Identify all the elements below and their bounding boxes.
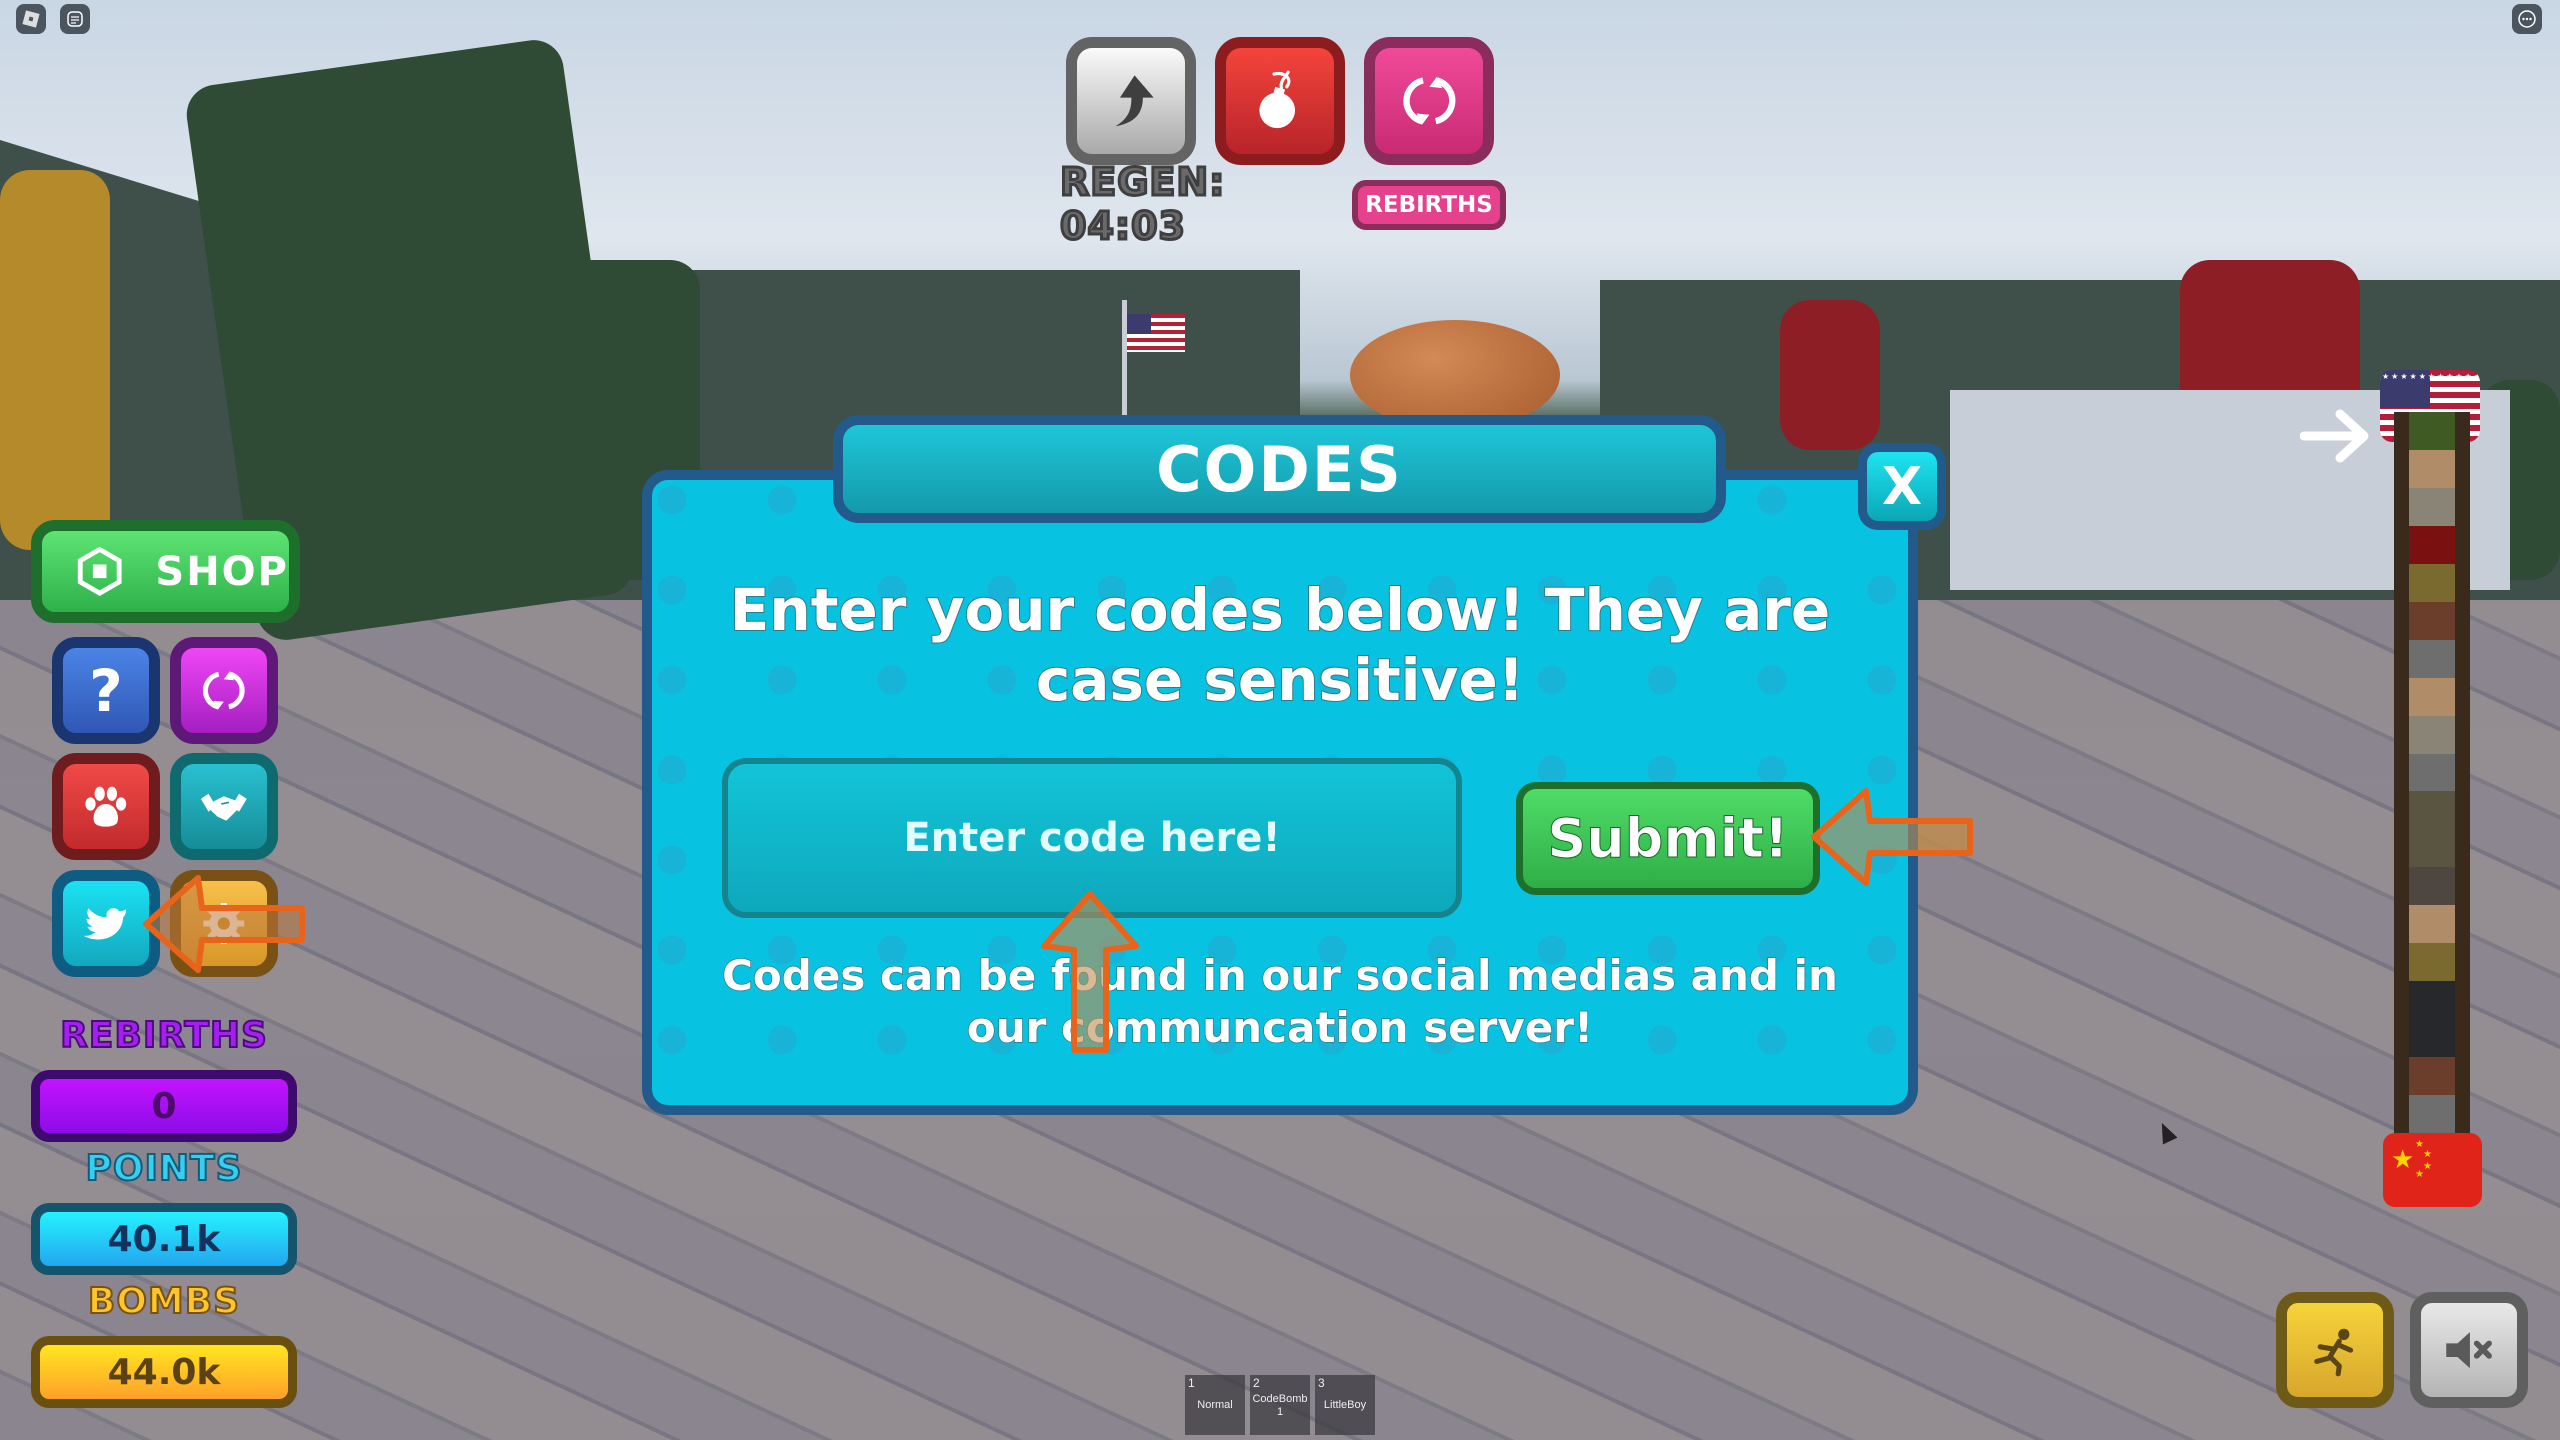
- rebirth-button[interactable]: [1364, 37, 1494, 165]
- hotbar-slot-name: LittleBoy: [1323, 1399, 1367, 1411]
- ladder-layer-basalt: [2409, 1019, 2455, 1058]
- question-mark-icon: ?: [89, 656, 123, 725]
- upgrade-arrow-icon: [1115, 75, 1154, 127]
- ladder-layer-basalt: [2409, 981, 2455, 1020]
- rebirths-label: REBIRTHS: [59, 1014, 268, 1057]
- hotbar-slot-number: 1: [1188, 1376, 1195, 1390]
- bombs-value: 44.0k: [31, 1336, 297, 1408]
- ladder-layer-dirt: [2409, 1057, 2455, 1096]
- arrow-right-icon: [2300, 409, 2369, 463]
- settings-button[interactable]: [170, 870, 278, 977]
- codes-dialog-title: CODES: [833, 415, 1726, 523]
- ladder-layer-gravel: [2409, 487, 2455, 526]
- codes-footer-text: Codes can be found in our social medias …: [721, 950, 1838, 1053]
- hotbar-slot-number: 3: [1318, 1376, 1325, 1390]
- ladder-layer-sand: [2409, 905, 2455, 944]
- help-button[interactable]: ?: [52, 637, 160, 744]
- tree: [1780, 300, 1880, 450]
- ladder-layer-gravel: [2409, 715, 2455, 754]
- code-input[interactable]: [722, 758, 1462, 918]
- bombs-label: BOMBS: [87, 1280, 241, 1323]
- hotbar-slot-codebomb[interactable]: 2 CodeBomb 1: [1250, 1375, 1310, 1435]
- sprint-button[interactable]: [2276, 1292, 2394, 1408]
- ladder-layer-dirt: [2409, 601, 2455, 640]
- robux-icon: [77, 547, 122, 596]
- ladder-layer-mossy-rock: [2409, 791, 2455, 830]
- rebirth-icon: [203, 671, 245, 710]
- upgrade-button[interactable]: [1066, 37, 1196, 165]
- mute-button[interactable]: [2410, 1292, 2528, 1408]
- handshake-icon: [201, 793, 247, 821]
- ladder-layer-moss: [2409, 943, 2455, 982]
- twitter-button[interactable]: [52, 870, 160, 977]
- ladder-layer-rock: [2409, 867, 2455, 906]
- bomb-button[interactable]: [1215, 37, 1345, 165]
- points-value: 40.1k: [31, 1203, 297, 1275]
- ladder-layer-sand: [2409, 677, 2455, 716]
- trade-button[interactable]: [170, 753, 278, 860]
- roblox-menu-icon[interactable]: [16, 4, 46, 34]
- ladder-layer-moss: [2409, 563, 2455, 602]
- rebirths-value: 0: [31, 1070, 297, 1142]
- rebirth-menu-button[interactable]: [170, 637, 278, 744]
- twitter-bird-icon: [83, 908, 127, 940]
- ladder-layer-stone: [2409, 753, 2455, 792]
- hotbar-slot-littleboy[interactable]: 3 LittleBoy: [1315, 1375, 1375, 1435]
- bomb-model: [1350, 320, 1560, 430]
- close-button[interactable]: X: [1858, 443, 1946, 530]
- hotbar-slot-name: Normal: [1197, 1399, 1233, 1411]
- speaker-muted-icon: [2446, 1331, 2493, 1369]
- rebirth-icon: [1402, 76, 1456, 126]
- ladder-layer-grass: [2409, 412, 2455, 450]
- running-person-icon: [2314, 1328, 2354, 1377]
- points-label: POINTS: [85, 1147, 243, 1190]
- ladder-layer-stone: [2409, 1095, 2455, 1134]
- shop-label: SHOP: [155, 548, 289, 595]
- bomb-icon: [1259, 70, 1295, 129]
- ladder-layer-lava: [2409, 525, 2455, 564]
- ladder-layer-stone: [2409, 639, 2455, 678]
- gear-icon: [203, 903, 245, 944]
- chat-icon[interactable]: [60, 4, 90, 34]
- pets-button[interactable]: [52, 753, 160, 860]
- china-flag-icon: ★ ★ ★ ★ ★: [2383, 1133, 2482, 1207]
- hotbar-slot-number: 2: [1253, 1376, 1260, 1390]
- more-options-icon[interactable]: [2512, 4, 2542, 34]
- shop-button[interactable]: SHOP: [31, 520, 300, 623]
- paw-icon: [85, 786, 127, 827]
- codes-instructions: Enter your codes below! They are case se…: [729, 575, 1831, 715]
- rebirths-button[interactable]: REBIRTHS: [1352, 180, 1506, 230]
- ladder-layer-mossy-rock: [2409, 829, 2455, 868]
- regen-timer: REGEN: 04:03: [1059, 159, 1226, 250]
- submit-button[interactable]: Submit!: [1516, 782, 1820, 895]
- tree: [0, 170, 110, 550]
- hotbar-slot-normal[interactable]: 1 Normal: [1185, 1375, 1245, 1435]
- hotbar-slot-name: CodeBomb 1: [1252, 1393, 1308, 1418]
- american-flag-scenery: [1127, 314, 1185, 352]
- ladder-layer-sand: [2409, 449, 2455, 488]
